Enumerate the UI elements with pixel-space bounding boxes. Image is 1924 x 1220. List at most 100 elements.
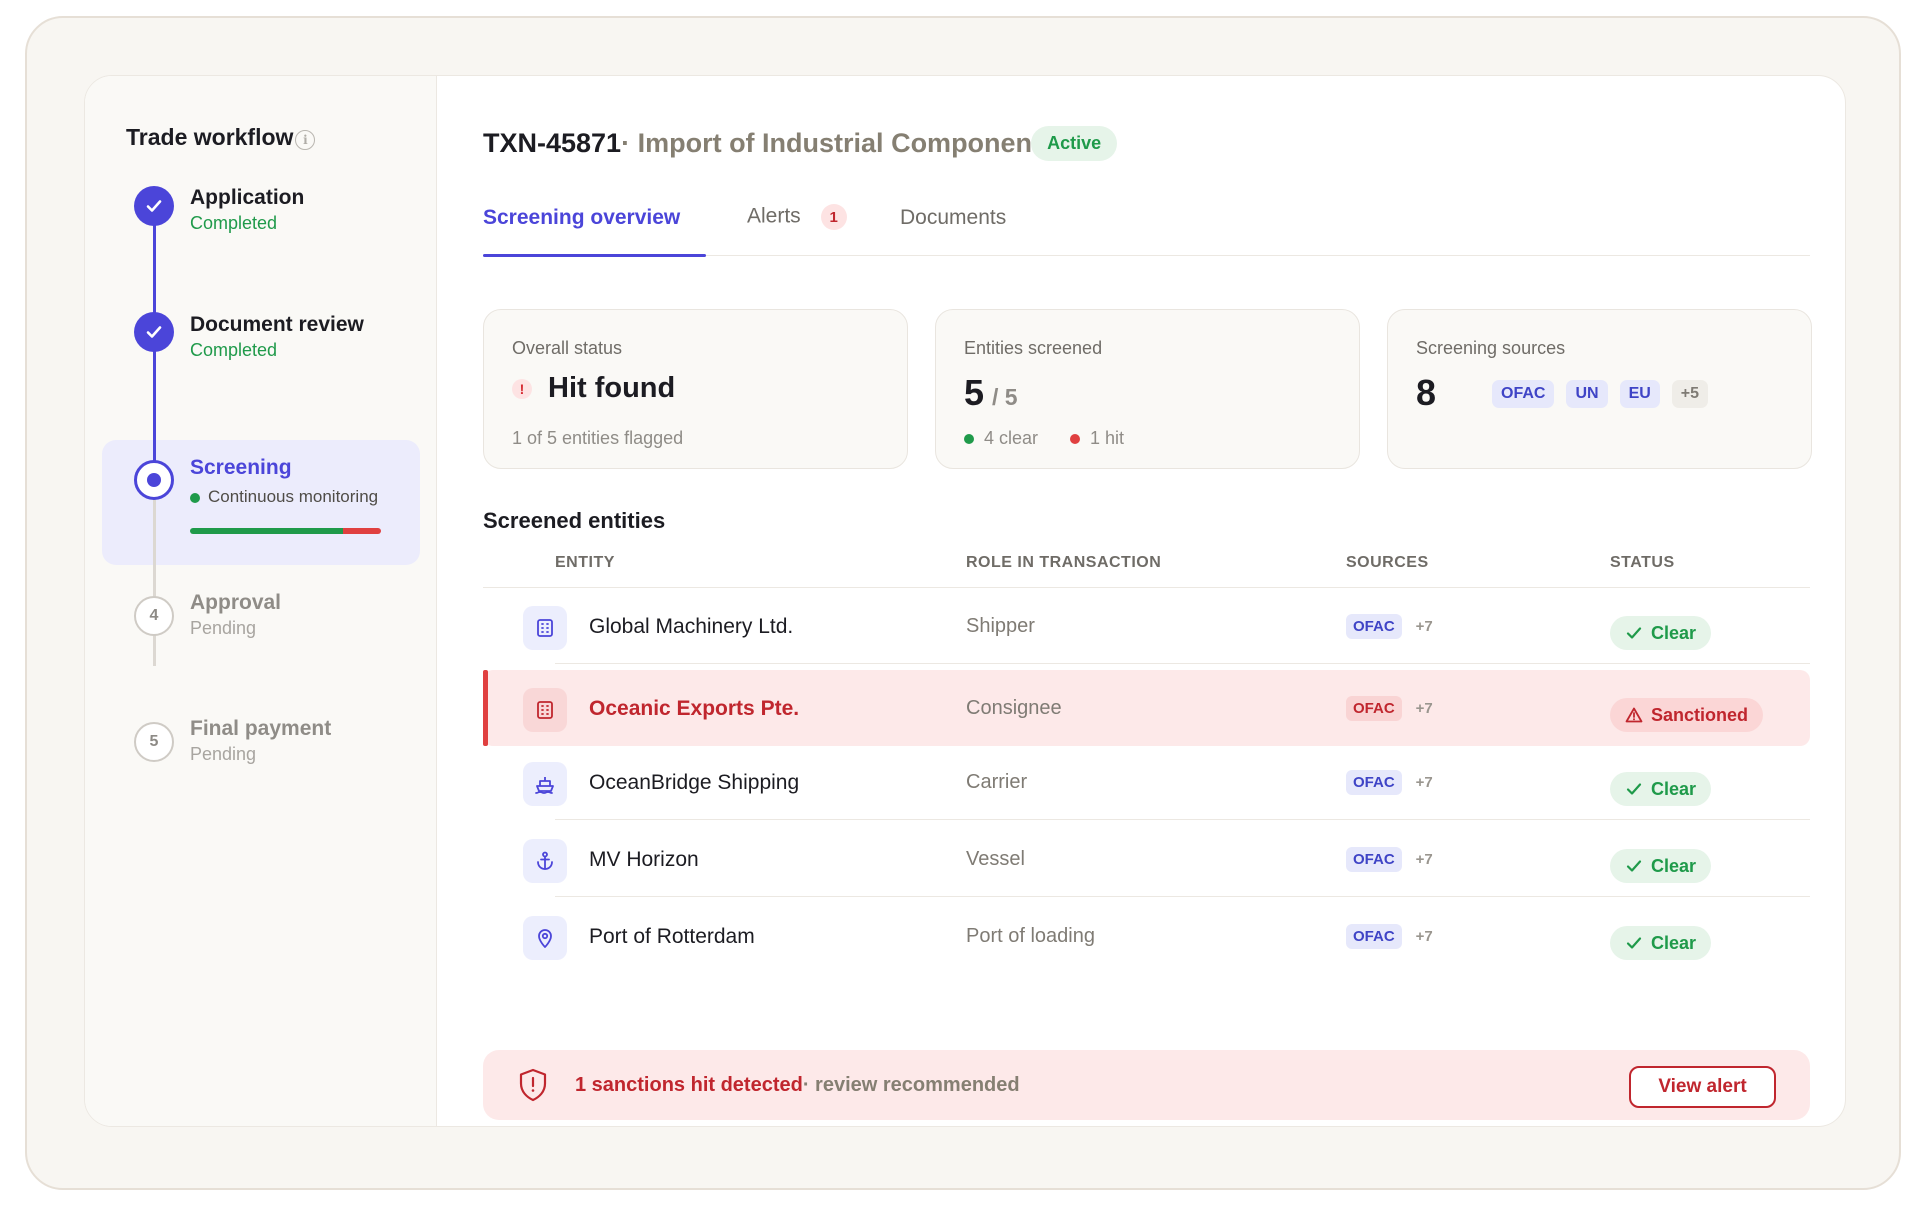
step-label: Application bbox=[190, 186, 305, 209]
shield-alert-icon bbox=[519, 1068, 547, 1102]
screening-progress bbox=[190, 528, 381, 534]
anchor-icon bbox=[523, 839, 567, 883]
step-status: Continuous monitoring bbox=[190, 487, 378, 507]
column-header: ENTITY bbox=[555, 554, 615, 571]
section-title: Screened entities bbox=[483, 508, 666, 533]
info-icon[interactable]: i bbox=[295, 129, 316, 150]
entity-name: Global Machinery Ltd. bbox=[589, 615, 794, 638]
column-header: SOURCES bbox=[1346, 554, 1429, 571]
hit-count: 1 hit bbox=[1090, 428, 1125, 448]
tab-label: Alerts bbox=[747, 204, 801, 228]
ship-icon bbox=[523, 762, 567, 806]
hit-dot-icon bbox=[1070, 433, 1081, 444]
entities-count: 5 / 5 bbox=[964, 372, 1018, 414]
step-status: Pending bbox=[190, 744, 257, 764]
row-divider bbox=[555, 819, 1810, 820]
entity-role: Vessel bbox=[966, 848, 1025, 870]
check-icon bbox=[1626, 937, 1642, 949]
live-dot-icon bbox=[190, 492, 200, 503]
column-header: STATUS bbox=[1610, 554, 1675, 571]
tab-label: Documents bbox=[900, 206, 1007, 229]
tab-screening-overview[interactable]: Screening overview bbox=[483, 206, 680, 230]
entity-sources: OFAC +7 bbox=[1346, 770, 1433, 795]
step-status: Pending bbox=[190, 618, 257, 638]
status-text: Clear bbox=[1651, 855, 1697, 876]
tab-documents[interactable]: Documents bbox=[900, 206, 1006, 230]
sidebar-title-text: Trade workflow bbox=[126, 124, 294, 150]
more-sources: +7 bbox=[1415, 928, 1433, 945]
entity-role: Shipper bbox=[966, 615, 1035, 637]
status-badge: Clear bbox=[1610, 926, 1712, 960]
more-sources: +7 bbox=[1415, 700, 1433, 717]
entity-sources: OFAC +7 bbox=[1346, 696, 1433, 721]
location-pin-icon bbox=[523, 916, 567, 960]
tab-bar: Screening overview Alerts 1 Documents bbox=[483, 204, 1810, 257]
screening-sources-card: Screening sources 8 OFAC UN EU +5 bbox=[1387, 309, 1812, 469]
step-status: Completed bbox=[190, 213, 278, 233]
status-badge: Clear bbox=[1610, 616, 1712, 650]
source-pill: OFAC bbox=[1346, 847, 1402, 872]
status-text: Clear bbox=[1651, 778, 1697, 799]
tab-label: Screening overview bbox=[483, 206, 681, 229]
entity-role: Port of loading bbox=[966, 925, 1095, 947]
entities-total: / 5 bbox=[992, 384, 1018, 410]
warning-icon bbox=[1625, 707, 1643, 723]
table-row[interactable]: Global Machinery Ltd. Shipper OFAC +7 Cl… bbox=[483, 588, 1810, 664]
row-divider bbox=[555, 663, 1810, 664]
alert-rest-text: · review recommended bbox=[802, 1074, 1020, 1096]
clear-count: 4 clear bbox=[984, 428, 1039, 448]
rail-pending bbox=[153, 476, 156, 666]
alerts-count-badge: 1 bbox=[820, 204, 847, 230]
card-caption: Overall status bbox=[512, 338, 623, 358]
clear-dot-icon bbox=[964, 433, 974, 444]
exclamation-icon: ! bbox=[512, 378, 532, 399]
txn-name: · Import of Industrial Components bbox=[621, 128, 1032, 158]
alert-strong-text: 1 sanctions hit detected bbox=[575, 1074, 803, 1096]
more-sources-pill[interactable]: +5 bbox=[1671, 380, 1709, 408]
hit-found-text: Hit found bbox=[548, 372, 676, 404]
active-tab-indicator bbox=[483, 254, 706, 257]
check-icon bbox=[134, 186, 174, 226]
table-row[interactable]: MV Horizon Vessel OFAC +7 Clear bbox=[483, 821, 1810, 897]
sources-count: 8 bbox=[1416, 372, 1437, 413]
entity-sources: OFAC +7 bbox=[1346, 847, 1433, 872]
table-row[interactable]: OceanBridge Shipping Carrier OFAC +7 Cle… bbox=[483, 744, 1810, 820]
card-footer: 4 clear 1 hit bbox=[964, 428, 1124, 449]
overall-status-card: Overall status ! Hit found 1 of 5 entiti… bbox=[483, 309, 908, 469]
tab-alerts[interactable]: Alerts 1 bbox=[747, 204, 847, 230]
table-row-flagged[interactable]: Oceanic Exports Pte. Consignee OFAC +7 S… bbox=[483, 670, 1810, 746]
more-sources: +7 bbox=[1415, 851, 1433, 868]
row-divider bbox=[555, 896, 1810, 897]
status-badge: Clear bbox=[1610, 849, 1712, 883]
building-icon bbox=[523, 688, 567, 732]
source-pill: OFAC bbox=[1346, 770, 1402, 795]
monitoring-text: Continuous monitoring bbox=[208, 487, 379, 506]
source-pills: OFAC UN EU +5 bbox=[1492, 380, 1709, 408]
entity-name: Port of Rotterdam bbox=[589, 925, 755, 948]
progress-hit bbox=[342, 528, 381, 534]
more-sources: +7 bbox=[1415, 774, 1433, 791]
status-badge: Clear bbox=[1610, 772, 1712, 806]
current-step-icon bbox=[134, 460, 174, 500]
source-pill: UN bbox=[1566, 380, 1608, 408]
status-text: Sanctioned bbox=[1651, 704, 1749, 725]
progress-clear bbox=[190, 528, 343, 534]
card-caption: Screening sources bbox=[1416, 338, 1566, 358]
workflow-sidebar: Trade workflow i Application Completed D… bbox=[85, 76, 437, 1126]
source-pill: EU bbox=[1619, 380, 1660, 408]
column-header: ROLE IN TRANSACTION bbox=[966, 554, 1162, 571]
entity-name: MV Horizon bbox=[589, 848, 699, 871]
entities-screened-value: 5 bbox=[964, 372, 985, 413]
entity-role: Carrier bbox=[966, 771, 1028, 793]
entities-screened-card: Entities screened 5 / 5 4 clear 1 hit bbox=[935, 309, 1360, 469]
alert-message: 1 sanctions hit detected· review recomme… bbox=[575, 1074, 1020, 1097]
step-number-4: 4 bbox=[134, 596, 174, 636]
entity-name: Oceanic Exports Pte. bbox=[589, 697, 800, 720]
step-label: Approval bbox=[190, 591, 282, 614]
table-header: ENTITY ROLE IN TRANSACTION SOURCES STATU… bbox=[483, 532, 1810, 588]
table-row[interactable]: Port of Rotterdam Port of loading OFAC +… bbox=[483, 898, 1810, 974]
view-alert-button[interactable]: View alert bbox=[1629, 1066, 1776, 1108]
entity-sources: OFAC +7 bbox=[1346, 614, 1433, 639]
source-pill: OFAC bbox=[1346, 924, 1402, 949]
outer-frame: Trade workflow i Application Completed D… bbox=[25, 16, 1901, 1190]
